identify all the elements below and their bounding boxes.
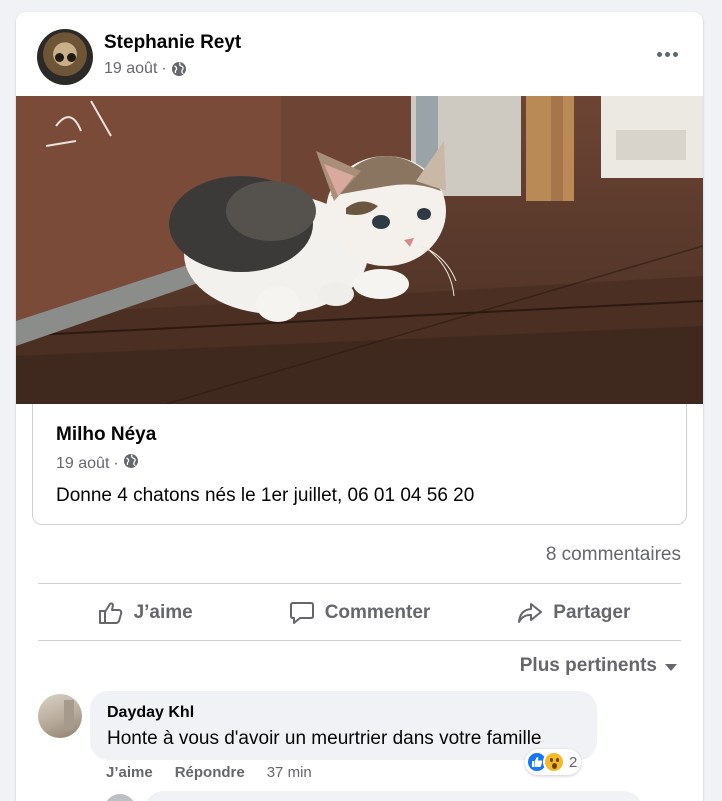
comment-reactions[interactable]: 2 <box>525 749 582 775</box>
globe-icon <box>123 453 139 474</box>
comment-reply-button[interactable]: Répondre <box>175 764 245 781</box>
wow-icon <box>543 751 565 773</box>
more-options-button[interactable] <box>645 34 689 74</box>
divider <box>38 640 681 641</box>
commenter-avatar[interactable] <box>38 694 82 738</box>
comment-text: Honte à vous d'avoir un meurtrier dans v… <box>107 728 542 749</box>
globe-icon <box>171 61 187 77</box>
action-bar: J’aime Commenter Partager <box>38 585 681 640</box>
comment-label: Commenter <box>324 601 431 623</box>
caret-down-icon <box>665 663 677 671</box>
comment-author[interactable]: Dayday Khl <box>107 704 194 722</box>
share-icon <box>517 601 543 625</box>
meta-separator: · <box>113 454 119 472</box>
author-name[interactable]: Stephanie Reyt <box>104 32 241 54</box>
comment-actions: J’aime Répondre 37 min <box>106 764 312 781</box>
reply-avatar <box>104 794 136 801</box>
divider <box>38 583 681 584</box>
shared-post-text: Donne 4 chatons nés le 1er juillet, 06 0… <box>56 485 475 506</box>
reply-input[interactable] <box>144 791 643 801</box>
meta-separator: · <box>161 60 167 77</box>
share-button[interactable]: Partager <box>467 585 681 640</box>
thumbs-up-icon <box>98 601 124 625</box>
post-photo[interactable] <box>16 96 703 404</box>
post-header: Stephanie Reyt 19 août · <box>16 12 703 96</box>
shared-meta: 19 août · <box>56 453 139 474</box>
like-button[interactable]: J’aime <box>38 585 252 640</box>
post-date[interactable]: 19 août <box>104 60 157 78</box>
sort-dropdown[interactable]: Plus pertinents <box>520 655 677 677</box>
like-label: J’aime <box>133 601 193 623</box>
shared-date[interactable]: 19 août <box>56 455 109 473</box>
comment-icon <box>289 601 315 625</box>
shared-post[interactable]: Milho Néya 19 août · Donne 4 chatons nés… <box>32 404 687 525</box>
comment-like-button[interactable]: J’aime <box>106 764 153 781</box>
comment-bubble: Dayday Khl Honte à vous d'avoir un meurt… <box>90 691 597 760</box>
shared-author-name[interactable]: Milho Néya <box>56 424 156 446</box>
comment-time[interactable]: 37 min <box>267 764 312 781</box>
share-label: Partager <box>553 601 631 623</box>
comments-count[interactable]: 8 commentaires <box>546 544 681 566</box>
author-avatar[interactable] <box>37 29 93 85</box>
post-meta: 19 août · <box>104 60 187 78</box>
post-card: Stephanie Reyt 19 août · Milho Néya 19 a… <box>16 12 703 801</box>
more-dots-icon <box>656 51 662 57</box>
sort-label: Plus pertinents <box>519 655 657 676</box>
reaction-count: 2 <box>569 753 578 771</box>
comment-button[interactable]: Commenter <box>252 585 466 640</box>
